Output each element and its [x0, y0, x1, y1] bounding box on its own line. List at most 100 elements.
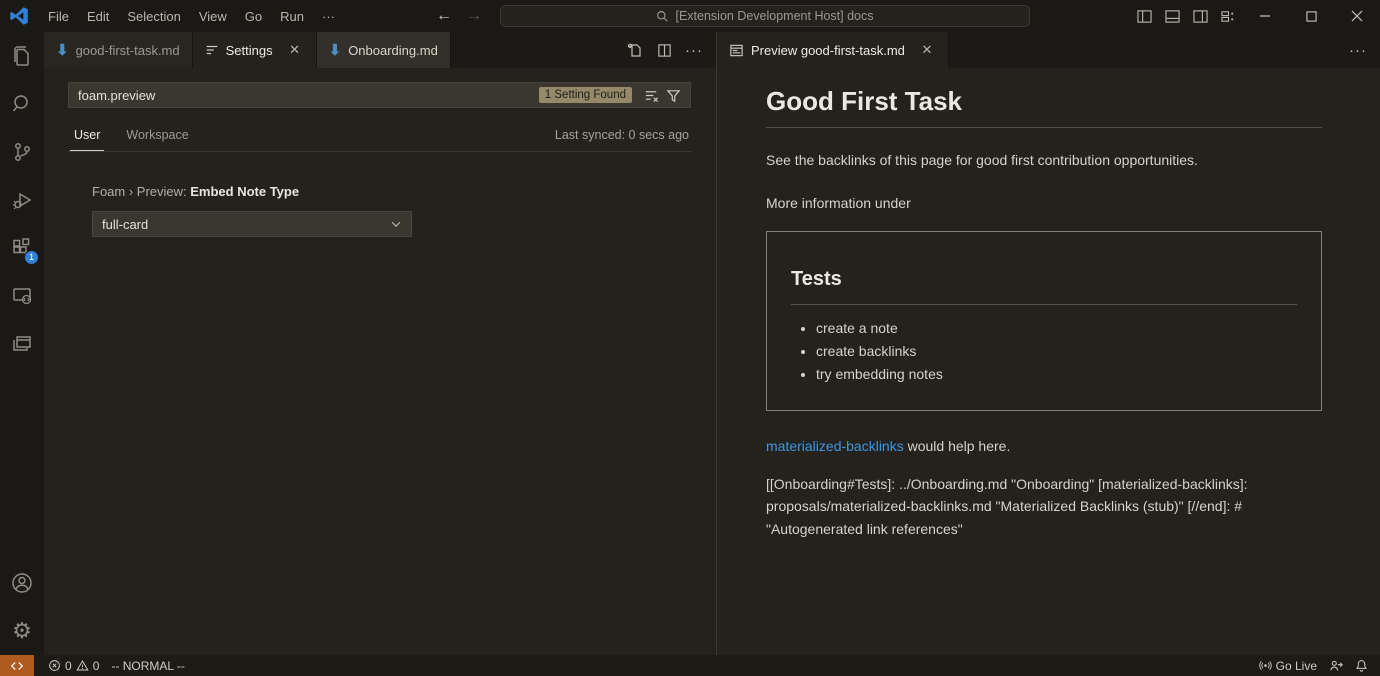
explorer-icon[interactable] — [0, 32, 44, 80]
clear-settings-search-icon[interactable] — [640, 84, 662, 106]
warning-icon — [76, 659, 89, 672]
settings-gear-icon[interactable]: ⚙ — [0, 607, 44, 655]
list-item: create backlinks — [816, 343, 1297, 359]
menu-file[interactable]: File — [39, 5, 78, 28]
scope-tab-workspace[interactable]: Workspace — [122, 122, 192, 151]
backlink-suffix: would help here. — [904, 438, 1011, 454]
live-share-icon — [1329, 659, 1343, 673]
tab-onboarding[interactable]: ⬇ Onboarding.md — [317, 32, 451, 68]
link-references-text: [[Onboarding#Tests]: ../Onboarding.md "O… — [766, 473, 1326, 540]
notifications-button[interactable] — [1349, 655, 1374, 676]
close-tab-icon[interactable]: ✕ — [286, 41, 304, 59]
setting-category: Foam › Preview: — [92, 184, 190, 199]
markdown-preview-icon — [729, 43, 744, 58]
embedded-note-card: Tests create a note create backlinks try… — [766, 231, 1322, 411]
chevron-down-icon — [389, 217, 403, 231]
source-control-icon[interactable] — [0, 128, 44, 176]
last-synced-label: Last synced: 0 secs ago — [555, 128, 689, 146]
list-item: try embedding notes — [816, 366, 1297, 382]
settings-scope-tabs: User Workspace Last synced: 0 secs ago — [68, 122, 691, 152]
filter-settings-icon[interactable] — [662, 84, 684, 106]
settings-search-value: foam.preview — [78, 88, 539, 103]
remote-indicator[interactable] — [0, 655, 34, 676]
remote-explorer-icon[interactable] — [0, 272, 44, 320]
go-live-label: Go Live — [1276, 659, 1317, 673]
command-center[interactable]: [Extension Development Host] docs — [500, 5, 1030, 27]
dropdown-value: full-card — [102, 217, 148, 232]
preview-title: Good First Task — [766, 86, 1322, 128]
extensions-badge: 1 — [24, 250, 39, 265]
toggle-secondary-sidebar-icon[interactable] — [1186, 0, 1214, 32]
activity-bar: 1 ⚙ — [0, 32, 44, 655]
markdown-file-icon: ⬇ — [329, 41, 342, 59]
preview-more-info: More information under — [766, 193, 1322, 214]
embed-note-type-dropdown[interactable]: full-card — [92, 211, 412, 237]
menu-more[interactable]: ··· — [313, 5, 344, 28]
left-tab-bar: ⬇ good-first-task.md Settings ✕ ⬇ Onboar… — [44, 32, 716, 68]
more-actions-icon[interactable]: ··· — [682, 38, 706, 62]
open-settings-json-icon[interactable] — [622, 38, 646, 62]
settings-result-count-badge: 1 Setting Found — [539, 87, 632, 103]
status-bar-right: Go Live — [1253, 655, 1380, 676]
remote-icon — [10, 659, 24, 673]
problems-indicator[interactable]: 0 0 — [42, 655, 105, 676]
go-live-button[interactable]: Go Live — [1253, 655, 1323, 676]
extensions-icon[interactable]: 1 — [0, 224, 44, 272]
warning-count: 0 — [93, 659, 100, 673]
customize-layout-icon[interactable] — [1214, 0, 1242, 32]
nav-forward-icon[interactable]: → — [466, 7, 482, 25]
menu-go[interactable]: Go — [236, 5, 271, 28]
list-item: create a note — [816, 320, 1297, 336]
setting-row-embed-note-type: Foam › Preview: Embed Note Type full-car… — [68, 184, 691, 237]
search-sidebar-icon[interactable] — [0, 80, 44, 128]
markdown-preview: Good First Task See the backlinks of thi… — [717, 68, 1380, 655]
scope-tab-user[interactable]: User — [70, 122, 104, 151]
windows-panel-icon[interactable] — [0, 320, 44, 368]
tab-preview-good-first-task[interactable]: Preview good-first-task.md ✕ — [717, 32, 949, 68]
search-icon — [656, 10, 669, 23]
close-tab-icon[interactable]: ✕ — [918, 41, 936, 59]
nav-back-icon[interactable]: ← — [436, 7, 452, 25]
editor-group-right: Preview good-first-task.md ✕ ··· Good Fi… — [717, 32, 1380, 655]
settings-search-input[interactable]: foam.preview 1 Setting Found — [68, 82, 691, 108]
split-editor-icon[interactable] — [652, 38, 676, 62]
backlink-line: materialized-backlinks would help here. — [766, 438, 1322, 454]
setting-name: Embed Note Type — [190, 184, 299, 199]
toggle-panel-icon[interactable] — [1158, 0, 1186, 32]
settings-tune-icon — [205, 43, 219, 57]
toggle-primary-sidebar-icon[interactable] — [1130, 0, 1158, 32]
workbench: 1 ⚙ ⬇ good-first-task.md Settings ✕ — [0, 32, 1380, 655]
maximize-button[interactable] — [1288, 0, 1334, 32]
tab-settings[interactable]: Settings ✕ — [193, 32, 317, 68]
minimize-button[interactable] — [1242, 0, 1288, 32]
tab-label: good-first-task.md — [76, 43, 180, 58]
right-tab-bar: Preview good-first-task.md ✕ ··· — [717, 32, 1380, 68]
menu-run[interactable]: Run — [271, 5, 313, 28]
command-center-label: [Extension Development Host] docs — [675, 9, 873, 23]
vscode-logo-icon — [9, 6, 29, 26]
right-tabbar-actions: ··· — [1346, 32, 1380, 68]
tab-label: Onboarding.md — [348, 43, 438, 58]
menu-view[interactable]: View — [190, 5, 236, 28]
close-window-button[interactable] — [1334, 0, 1380, 32]
tab-label: Preview good-first-task.md — [751, 43, 905, 58]
menu-selection[interactable]: Selection — [118, 5, 189, 28]
embed-task-list: create a note create backlinks try embed… — [794, 320, 1297, 382]
setting-title: Foam › Preview: Embed Note Type — [92, 184, 691, 199]
bell-icon — [1355, 659, 1368, 672]
live-share-button[interactable] — [1323, 655, 1349, 676]
settings-editor: foam.preview 1 Setting Found User Worksp… — [44, 68, 716, 655]
vim-mode-indicator[interactable]: -- NORMAL -- — [105, 655, 191, 676]
error-count: 0 — [65, 659, 72, 673]
more-actions-icon[interactable]: ··· — [1346, 38, 1370, 62]
vim-mode-label: -- NORMAL -- — [111, 659, 185, 673]
error-icon — [48, 659, 61, 672]
broadcast-icon — [1259, 659, 1272, 672]
materialized-backlinks-link[interactable]: materialized-backlinks — [766, 438, 904, 454]
menu-edit[interactable]: Edit — [78, 5, 118, 28]
tab-good-first-task[interactable]: ⬇ good-first-task.md — [44, 32, 193, 68]
left-tabbar-actions: ··· — [622, 32, 716, 68]
accounts-icon[interactable] — [0, 559, 44, 607]
editor-group-left: ⬇ good-first-task.md Settings ✕ ⬇ Onboar… — [44, 32, 717, 655]
run-debug-icon[interactable] — [0, 176, 44, 224]
